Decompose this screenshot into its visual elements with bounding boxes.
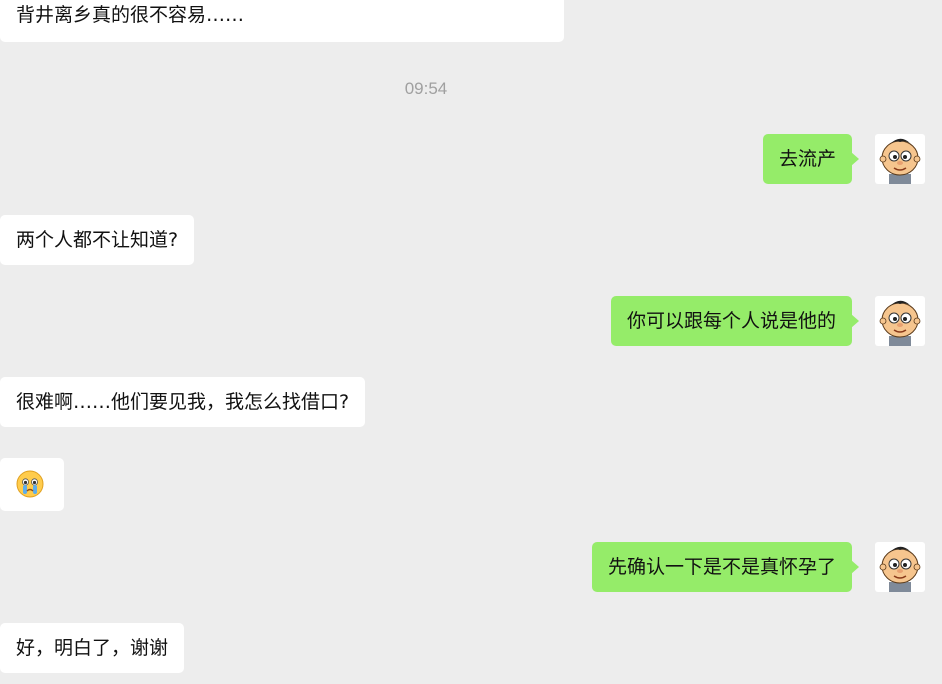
chat-window: 背井离乡真的很不容易…… 09:54 去流产 两个人都不让知道? 你可以跟每个人…: [0, 0, 942, 684]
message-text: 两个人都不让知道?: [16, 229, 179, 251]
incoming-emoji-bubble[interactable]: [0, 458, 64, 511]
outgoing-message-bubble[interactable]: 先确认一下是不是真怀孕了: [591, 542, 860, 592]
incoming-message-bubble[interactable]: 很难啊……他们要见我，我怎么找借口?: [0, 377, 366, 427]
crying-face-emoji-icon: [16, 470, 44, 498]
message-text: 很难啊……他们要见我，我怎么找借口?: [16, 391, 350, 413]
user-avatar[interactable]: [875, 542, 925, 592]
cartoon-baby-avatar-icon: [879, 300, 921, 346]
message-text: 好，明白了，谢谢: [16, 637, 169, 659]
user-avatar[interactable]: [875, 296, 925, 346]
message-timestamp: 09:54: [404, 79, 448, 98]
cartoon-baby-avatar-icon: [879, 546, 921, 592]
incoming-message-bubble[interactable]: 两个人都不让知道?: [0, 215, 195, 265]
user-avatar[interactable]: [875, 134, 925, 184]
incoming-message-bubble[interactable]: 背井离乡真的很不容易……: [0, 0, 564, 42]
incoming-message-bubble[interactable]: 好，明白了，谢谢: [0, 623, 185, 673]
cartoon-baby-avatar-icon: [879, 138, 921, 184]
message-text: 去流产: [778, 148, 836, 170]
message-text: 先确认一下是不是真怀孕了: [607, 556, 836, 578]
outgoing-message-bubble[interactable]: 去流产: [762, 134, 860, 184]
message-text: 你可以跟每个人说是他的: [626, 310, 836, 332]
outgoing-message-bubble[interactable]: 你可以跟每个人说是他的: [610, 296, 860, 346]
message-text: 背井离乡真的很不容易……: [16, 4, 245, 26]
